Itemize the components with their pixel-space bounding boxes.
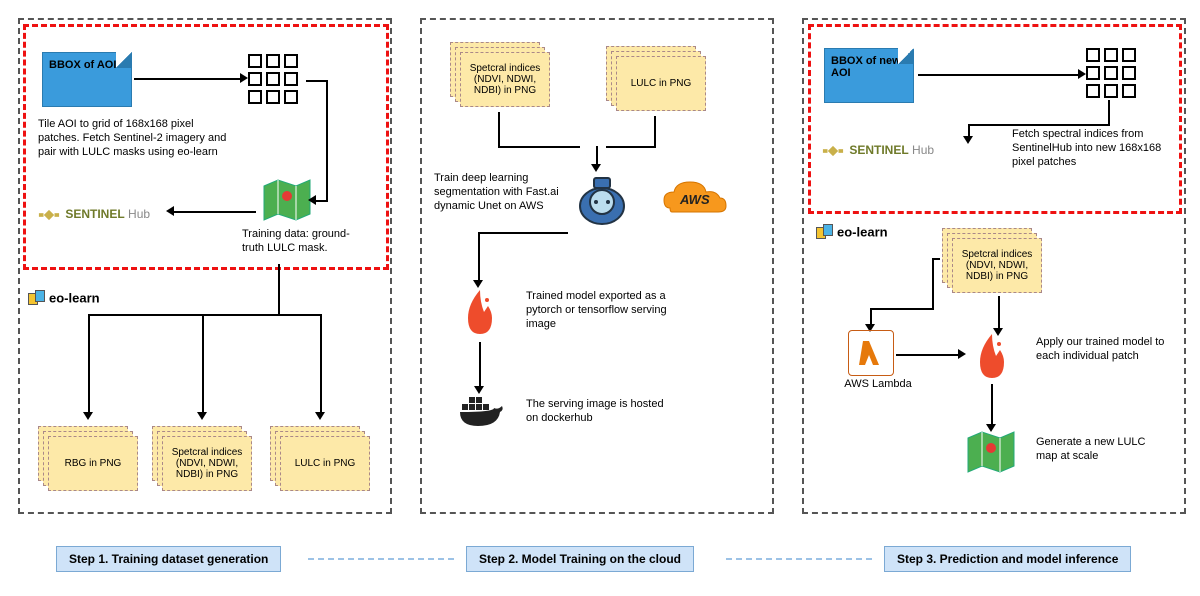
hub-text: Hub: [125, 207, 150, 221]
step-connector-1: [308, 558, 454, 560]
bbox-new-label: BBOX of new AOI: [831, 55, 901, 79]
satellite-icon-2: [822, 140, 844, 162]
step1-box: Step 1. Training dataset generation: [56, 546, 281, 572]
apply-text: Apply our trained model to each individu…: [1036, 336, 1166, 364]
pytorch-icon-2: [972, 332, 1012, 382]
exported-text: Trained model exported as a pytorch or t…: [526, 290, 676, 331]
training-data-label: Training data: ground-truth LULC mask.: [242, 228, 362, 256]
puzzle-icon-2: [816, 224, 834, 242]
sentinel-hub-logo-1: SENTINEL Hub: [38, 204, 150, 226]
step2-box: Step 2. Model Training on the cloud: [466, 546, 694, 572]
map-icon-2: [966, 430, 1016, 474]
satellite-icon: [38, 204, 60, 226]
step3-box: Step 3. Prediction and model inference: [884, 546, 1131, 572]
generate-text: Generate a new LULC map at scale: [1036, 436, 1166, 464]
sentinel-hub-logo-2: SENTINEL Hub: [822, 140, 934, 162]
step-connector-2: [726, 558, 872, 560]
map-icon-1: [262, 178, 312, 222]
hosted-text: The serving image is hosted on dockerhub: [526, 398, 676, 426]
lambda-label: AWS Lambda: [838, 378, 918, 392]
aws-lambda-icon: [848, 330, 894, 376]
spectral-label-3: Spetcral indices (NDVI, NDWI, NDBI) in P…: [958, 249, 1036, 282]
docker-icon: [458, 392, 504, 432]
spectral-label-2: Spetcral indices (NDVI, NDWI, NDBI) in P…: [466, 63, 544, 96]
eolearn-logo-1: eo-learn: [28, 290, 100, 308]
puzzle-icon: [28, 290, 46, 308]
fetch-text: Fetch spectral indices from SentinelHub …: [1012, 128, 1162, 169]
bbox-aoi-label: BBOX of AOI: [49, 59, 116, 71]
aws-logo: AWS: [660, 178, 730, 225]
tile-description: Tile AOI to grid of 168x168 pixel patche…: [38, 118, 228, 159]
bbox-aoi-note: BBOX of AOI: [42, 52, 132, 107]
spectral-label-1: Spetcral indices (NDVI, NDWI, NDBI) in P…: [168, 447, 246, 480]
eolearn-logo-2: eo-learn: [816, 224, 888, 242]
aws-text: AWS: [680, 192, 710, 207]
tile-grid-icon-2: [1086, 48, 1136, 98]
pytorch-icon-1: [460, 288, 500, 338]
lulc-label-2: LULC in PNG: [631, 78, 692, 89]
bbox-new-aoi-note: BBOX of new AOI: [824, 48, 914, 103]
rgb-label: RBG in PNG: [65, 458, 122, 469]
diver-icon: [572, 168, 632, 228]
train-text: Train deep learning segmentation with Fa…: [434, 172, 564, 213]
tile-grid-icon: [248, 54, 298, 104]
sentinel-text: SENTINEL: [65, 207, 124, 221]
lulc-label-1: LULC in PNG: [295, 458, 356, 469]
